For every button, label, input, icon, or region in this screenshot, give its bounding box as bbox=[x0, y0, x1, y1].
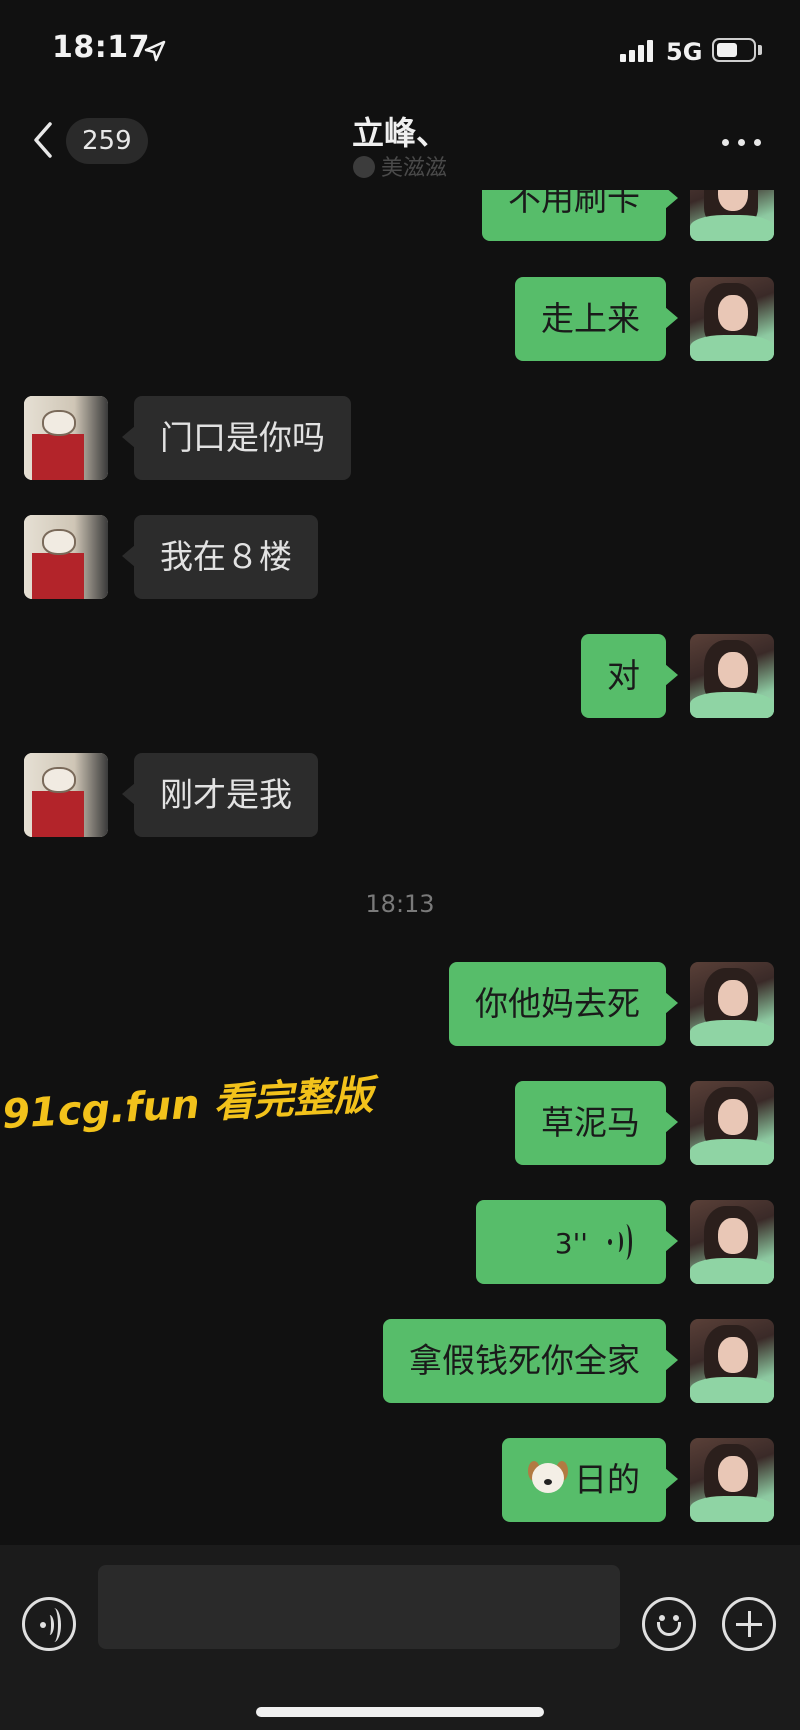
my-avatar[interactable] bbox=[690, 277, 774, 361]
battery-icon bbox=[712, 38, 756, 62]
dog-face-icon bbox=[528, 1457, 568, 1497]
contact-message-bubble[interactable]: 我在８楼 bbox=[122, 515, 318, 599]
message-row: 拿假钱死你全家 bbox=[0, 1319, 800, 1403]
contact-avatar[interactable] bbox=[24, 396, 108, 480]
my-message-bubble[interactable]: 走上来 bbox=[515, 277, 678, 361]
voice-duration: 3'' bbox=[554, 1227, 588, 1260]
voice-toggle-icon[interactable] bbox=[22, 1597, 76, 1651]
contact-message-bubble[interactable]: 门口是你吗 bbox=[122, 396, 351, 480]
message-row: 日的 bbox=[0, 1438, 800, 1522]
my-message-bubble[interactable]: 草泥马 bbox=[515, 1081, 678, 1165]
message-row: 对 bbox=[0, 634, 800, 718]
voice-wave-icon bbox=[606, 1224, 632, 1260]
my-avatar[interactable] bbox=[690, 962, 774, 1046]
home-indicator[interactable] bbox=[256, 1707, 544, 1717]
message-row: 刚才是我 bbox=[0, 753, 800, 837]
emoji-icon[interactable] bbox=[642, 1597, 696, 1651]
message-row: 你他妈去死 bbox=[0, 962, 800, 1046]
my-avatar[interactable] bbox=[690, 1438, 774, 1522]
contact-message-bubble[interactable]: 刚才是我 bbox=[122, 753, 318, 837]
message-timestamp: 18:13 bbox=[365, 890, 435, 918]
my-message-bubble[interactable]: 日的 bbox=[502, 1438, 678, 1522]
chat-header: 259 立峰、 美滋滋 bbox=[0, 100, 800, 190]
voice-message-bubble[interactable]: 3'' bbox=[476, 1200, 678, 1284]
message-input-bar bbox=[0, 1545, 800, 1730]
message-row: 我在８楼 bbox=[0, 515, 800, 599]
my-avatar[interactable] bbox=[690, 1200, 774, 1284]
message-row: 门口是你吗 bbox=[0, 396, 800, 480]
my-avatar[interactable] bbox=[690, 1319, 774, 1403]
network-type: 5G bbox=[666, 38, 703, 66]
my-message-bubble[interactable]: 拿假钱死你全家 bbox=[383, 1319, 678, 1403]
status-time: 18:17 bbox=[52, 30, 150, 65]
my-message-bubble[interactable]: 你他妈去死 bbox=[449, 962, 678, 1046]
status-bar: 18:17 5G bbox=[0, 0, 800, 100]
chat-subtitle-text: 美滋滋 bbox=[380, 156, 447, 181]
contact-avatar[interactable] bbox=[24, 753, 108, 837]
chat-title: 立峰、 bbox=[351, 114, 448, 152]
chat-screen: 18:17 5G 259 立峰、 美滋滋 不用刷卡 走上来 门口是你吗 我在８楼… bbox=[0, 0, 800, 1730]
battery-cap bbox=[758, 45, 762, 55]
chat-subtitle: 美滋滋 bbox=[0, 150, 800, 182]
emoji-message-text: 日的 bbox=[574, 1460, 640, 1499]
signal-bars-icon bbox=[620, 40, 656, 62]
status-emoji-icon bbox=[352, 156, 375, 178]
location-arrow-icon bbox=[144, 40, 166, 62]
more-dots-icon[interactable] bbox=[722, 136, 762, 148]
plus-icon[interactable] bbox=[722, 1597, 776, 1651]
message-row: 3'' bbox=[0, 1200, 800, 1284]
battery-fill bbox=[717, 43, 737, 57]
message-row: 走上来 bbox=[0, 277, 800, 361]
contact-avatar[interactable] bbox=[24, 515, 108, 599]
my-avatar[interactable] bbox=[690, 1081, 774, 1165]
my-avatar[interactable] bbox=[690, 634, 774, 718]
message-input[interactable] bbox=[98, 1565, 620, 1649]
my-message-bubble[interactable]: 对 bbox=[581, 634, 678, 718]
